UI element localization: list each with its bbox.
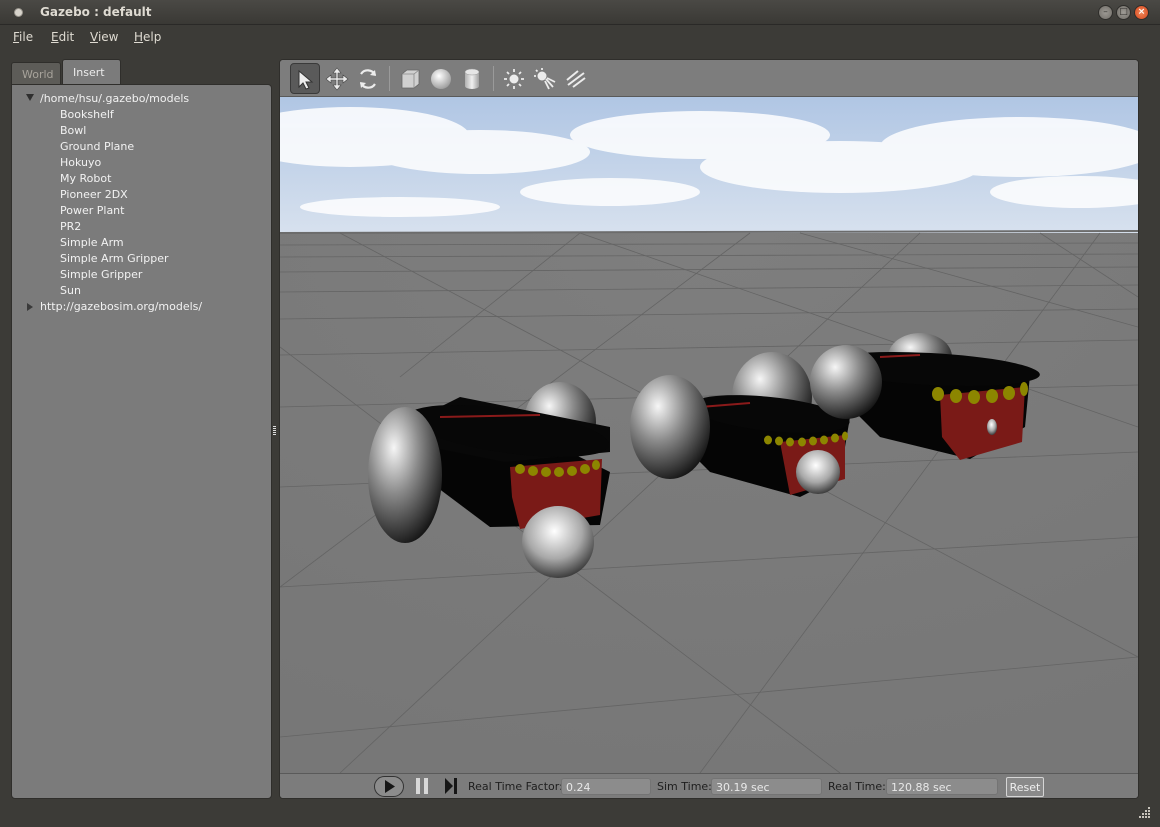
app-menu-icon[interactable] [14,8,23,17]
real-time-factor-value: 0.24 [561,778,651,795]
title-bar: Gazebo : default – □ × [0,0,1160,25]
robot-wheel [368,407,442,543]
tree-remote-root[interactable]: http://gazebosim.org/models/ [12,299,271,315]
tab-world[interactable]: World [11,62,61,85]
play-icon [385,780,395,793]
select-arrow-icon[interactable] [290,63,320,94]
minimize-button[interactable]: – [1098,5,1113,20]
directional-light-icon[interactable] [561,63,591,94]
tree-local-root[interactable]: /home/hsu/.gazebo/models [12,91,271,107]
maximize-button[interactable]: □ [1116,5,1131,20]
model-tree-panel: /home/hsu/.gazebo/models Bookshelf Bowl … [11,84,272,799]
window-title: Gazebo : default [40,5,152,19]
collapse-arrow-icon[interactable] [27,303,33,311]
toolbar [280,60,1138,97]
close-button[interactable]: × [1134,5,1149,20]
pause-icon [416,778,428,794]
play-button[interactable] [374,776,404,797]
reset-button[interactable]: Reset [1006,777,1044,797]
robot-caster-ball [796,450,840,494]
playback-bar: Real Time Factor: 0.24 Sim Time: 30.19 s… [280,773,1138,798]
tab-insert[interactable]: Insert [62,59,121,85]
expand-arrow-icon[interactable] [26,94,34,101]
robot-wheel [630,375,710,479]
scene-render [280,97,1138,774]
sim-time-label: Sim Time: [657,780,712,793]
menu-help[interactable]: Help [134,30,161,44]
sphere-icon[interactable] [426,63,456,94]
step-forward-icon [445,778,457,794]
3d-viewport[interactable] [280,97,1138,774]
panel-splitter-handle[interactable] [273,426,276,436]
real-time-label: Real Time: [828,780,886,793]
menu-file[interactable]: File [13,30,33,44]
rotate-icon[interactable] [353,63,383,94]
robot-caster-ball [522,506,594,578]
spot-light-icon[interactable] [530,63,560,94]
sim-time-value: 30.19 sec [711,778,822,795]
menu-bar: File Edit View Help [0,25,1160,50]
point-light-icon[interactable] [499,63,529,94]
real-time-value: 120.88 sec [886,778,998,795]
box-icon[interactable] [395,63,425,94]
menu-view[interactable]: View [90,30,118,44]
menu-edit[interactable]: Edit [51,30,74,44]
cylinder-icon[interactable] [457,63,487,94]
pause-button[interactable] [414,776,430,797]
robot-caster-ball [987,419,997,435]
translate-icon[interactable] [322,63,352,94]
render-panel: Real Time Factor: 0.24 Sim Time: 30.19 s… [279,59,1139,799]
step-button[interactable] [443,776,459,797]
real-time-factor-label: Real Time Factor: [468,780,563,793]
robot-wheel [810,345,882,419]
resize-grip-icon[interactable] [1139,806,1151,818]
